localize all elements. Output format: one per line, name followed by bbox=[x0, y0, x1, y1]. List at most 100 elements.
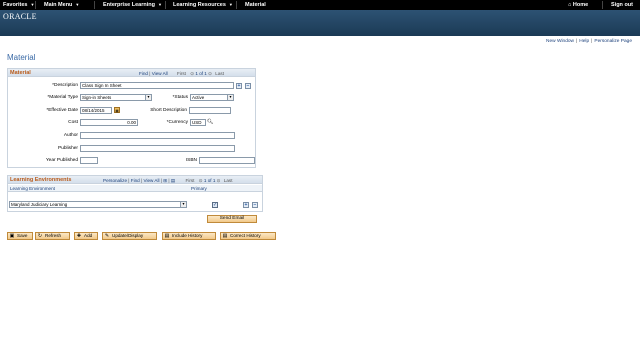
nav-divider bbox=[94, 1, 95, 9]
next-icon[interactable]: ⊙ bbox=[217, 178, 221, 183]
year-published-field[interactable] bbox=[80, 157, 98, 164]
refresh-label: Refresh bbox=[45, 233, 62, 238]
save-label: Save bbox=[17, 233, 28, 238]
nav-favorites[interactable]: Favorites ▼ bbox=[3, 2, 34, 8]
correct-history-button[interactable]: ▤ Correct History bbox=[220, 232, 276, 240]
description-field[interactable]: Class Sign In Sheet bbox=[80, 82, 234, 89]
correct-history-label: Correct History bbox=[230, 233, 261, 238]
author-field[interactable] bbox=[80, 132, 235, 139]
status-select[interactable]: Active ▼ bbox=[190, 94, 234, 101]
nav-enterprise-learning-label: Enterprise Learning bbox=[103, 2, 155, 8]
nav-sign-out-label: Sign out bbox=[611, 2, 633, 8]
lookup-icon[interactable]: 🔍︎ bbox=[207, 119, 213, 125]
add-row-button[interactable]: + bbox=[243, 202, 249, 208]
personalize-link[interactable]: Personalize bbox=[103, 178, 127, 183]
save-button[interactable]: ▣ Save bbox=[7, 232, 33, 240]
send-email-button[interactable]: Send Email bbox=[207, 215, 257, 223]
status-value: Active bbox=[192, 95, 205, 100]
home-icon: ⌂ bbox=[568, 2, 572, 8]
last-label[interactable]: Last bbox=[215, 71, 224, 76]
learning-environment-select[interactable]: Maryland Judiciary Learning ▼ bbox=[9, 201, 187, 208]
currency-field[interactable]: USD bbox=[190, 119, 206, 126]
nav-divider bbox=[165, 1, 166, 9]
nav-home[interactable]: ⌂ Home bbox=[568, 2, 588, 8]
nav-learning-resources[interactable]: Learning Resources ▼ bbox=[173, 2, 233, 8]
find-link[interactable]: Find bbox=[139, 71, 148, 76]
first-label[interactable]: First bbox=[186, 178, 195, 183]
publisher-field[interactable] bbox=[80, 145, 235, 152]
nav-sign-out[interactable]: Sign out bbox=[611, 2, 633, 8]
chevron-down-icon: ▼ bbox=[228, 2, 233, 7]
learning-environments-title: Learning Environments bbox=[10, 177, 72, 183]
dropdown-arrow-icon: ▼ bbox=[145, 95, 151, 100]
include-history-icon: ▤ bbox=[164, 232, 170, 239]
learning-environments-header: Learning Environments Personalize | Find… bbox=[8, 176, 262, 184]
material-type-select[interactable]: Sign-in Sheets ▼ bbox=[80, 94, 152, 101]
view-all-link[interactable]: View All bbox=[152, 71, 168, 76]
top-nav-bar: Favorites ▼ Main Menu ▼ Enterprise Learnin… bbox=[0, 0, 640, 10]
nav-material-label: Material bbox=[245, 2, 266, 8]
author-label: Author bbox=[63, 133, 78, 138]
last-label[interactable]: Last bbox=[224, 178, 233, 183]
include-history-button[interactable]: ▤ Include History bbox=[162, 232, 216, 240]
add-button[interactable]: ✚ Add bbox=[74, 232, 98, 240]
update-display-icon: ✎ bbox=[104, 232, 110, 239]
download-icon[interactable]: ▤ bbox=[171, 178, 175, 183]
nav-material[interactable]: Material bbox=[245, 2, 266, 8]
update-display-button[interactable]: ✎ Update/Display bbox=[102, 232, 157, 240]
header-banner: ORACLE bbox=[0, 10, 640, 36]
refresh-button[interactable]: ↻ Refresh bbox=[35, 232, 70, 240]
first-label[interactable]: First bbox=[177, 71, 186, 76]
include-history-label: Include History bbox=[172, 233, 203, 238]
header-links: New Window | Help | Personalize Page bbox=[545, 39, 633, 44]
learning-env-nav: Personalize | Find | View All | ⊞ | ▤ Fi… bbox=[103, 178, 232, 184]
dropdown-arrow-icon: ▼ bbox=[227, 95, 233, 100]
calendar-icon[interactable]: ▦ bbox=[114, 107, 120, 113]
nav-separator: | bbox=[128, 177, 130, 183]
update-display-label: Update/Display bbox=[112, 233, 144, 238]
cost-label: Cost bbox=[68, 120, 78, 125]
find-link[interactable]: Find bbox=[131, 178, 140, 183]
new-window-link[interactable]: New Window bbox=[546, 39, 574, 44]
grid-column-header: Learning Environment Primary bbox=[8, 185, 262, 192]
cost-field[interactable]: 0.00 bbox=[80, 119, 138, 126]
add-row-button[interactable]: + bbox=[236, 83, 242, 89]
prev-icon[interactable]: ⊙ bbox=[190, 71, 194, 76]
col-learning-environment: Learning Environment bbox=[10, 186, 55, 191]
nav-home-label: Home bbox=[572, 2, 589, 8]
nav-main-menu-label: Main Menu bbox=[44, 2, 73, 8]
next-icon[interactable]: ⊙ bbox=[208, 71, 212, 76]
nav-separator: | bbox=[149, 70, 151, 76]
prev-icon[interactable]: ⊙ bbox=[199, 178, 203, 183]
material-type-value: Sign-in Sheets bbox=[82, 95, 112, 100]
record-counter: 1 of 1 bbox=[195, 70, 207, 76]
short-description-label: Short Description bbox=[150, 108, 187, 113]
add-icon: ✚ bbox=[76, 232, 82, 239]
chevron-down-icon: ▼ bbox=[157, 2, 162, 7]
nav-enterprise-learning[interactable]: Enterprise Learning ▼ bbox=[103, 2, 162, 8]
nav-divider bbox=[35, 1, 36, 9]
help-link[interactable]: Help bbox=[579, 39, 589, 44]
personalize-page-link[interactable]: Personalize Page bbox=[594, 39, 632, 44]
description-label: *Description bbox=[52, 83, 78, 88]
nav-favorites-label: Favorites bbox=[3, 2, 28, 8]
effective-date-field[interactable]: 08/14/2015 bbox=[80, 107, 112, 114]
chevron-down-icon: ▼ bbox=[30, 2, 35, 7]
short-description-field[interactable] bbox=[189, 107, 231, 114]
primary-checkbox[interactable]: ✓ bbox=[212, 202, 218, 208]
zoom-grid-icon[interactable]: ⊞ bbox=[163, 178, 167, 183]
isbn-field[interactable] bbox=[199, 157, 255, 164]
dropdown-arrow-icon: ▼ bbox=[180, 202, 186, 207]
isbn-label: ISBN bbox=[185, 158, 197, 163]
currency-label: *Currency bbox=[166, 120, 188, 125]
view-all-link[interactable]: View All bbox=[143, 178, 159, 183]
oracle-logo: ORACLE bbox=[3, 12, 37, 21]
delete-row-button[interactable]: − bbox=[252, 202, 258, 208]
effective-date-label: *Effective Date bbox=[46, 108, 78, 113]
nav-separator: | bbox=[168, 177, 170, 183]
nav-learning-resources-label: Learning Resources bbox=[173, 2, 226, 8]
save-icon: ▣ bbox=[9, 232, 15, 239]
delete-row-button[interactable]: − bbox=[245, 83, 251, 89]
col-primary: Primary bbox=[191, 186, 207, 191]
nav-main-menu[interactable]: Main Menu ▼ bbox=[44, 2, 79, 8]
